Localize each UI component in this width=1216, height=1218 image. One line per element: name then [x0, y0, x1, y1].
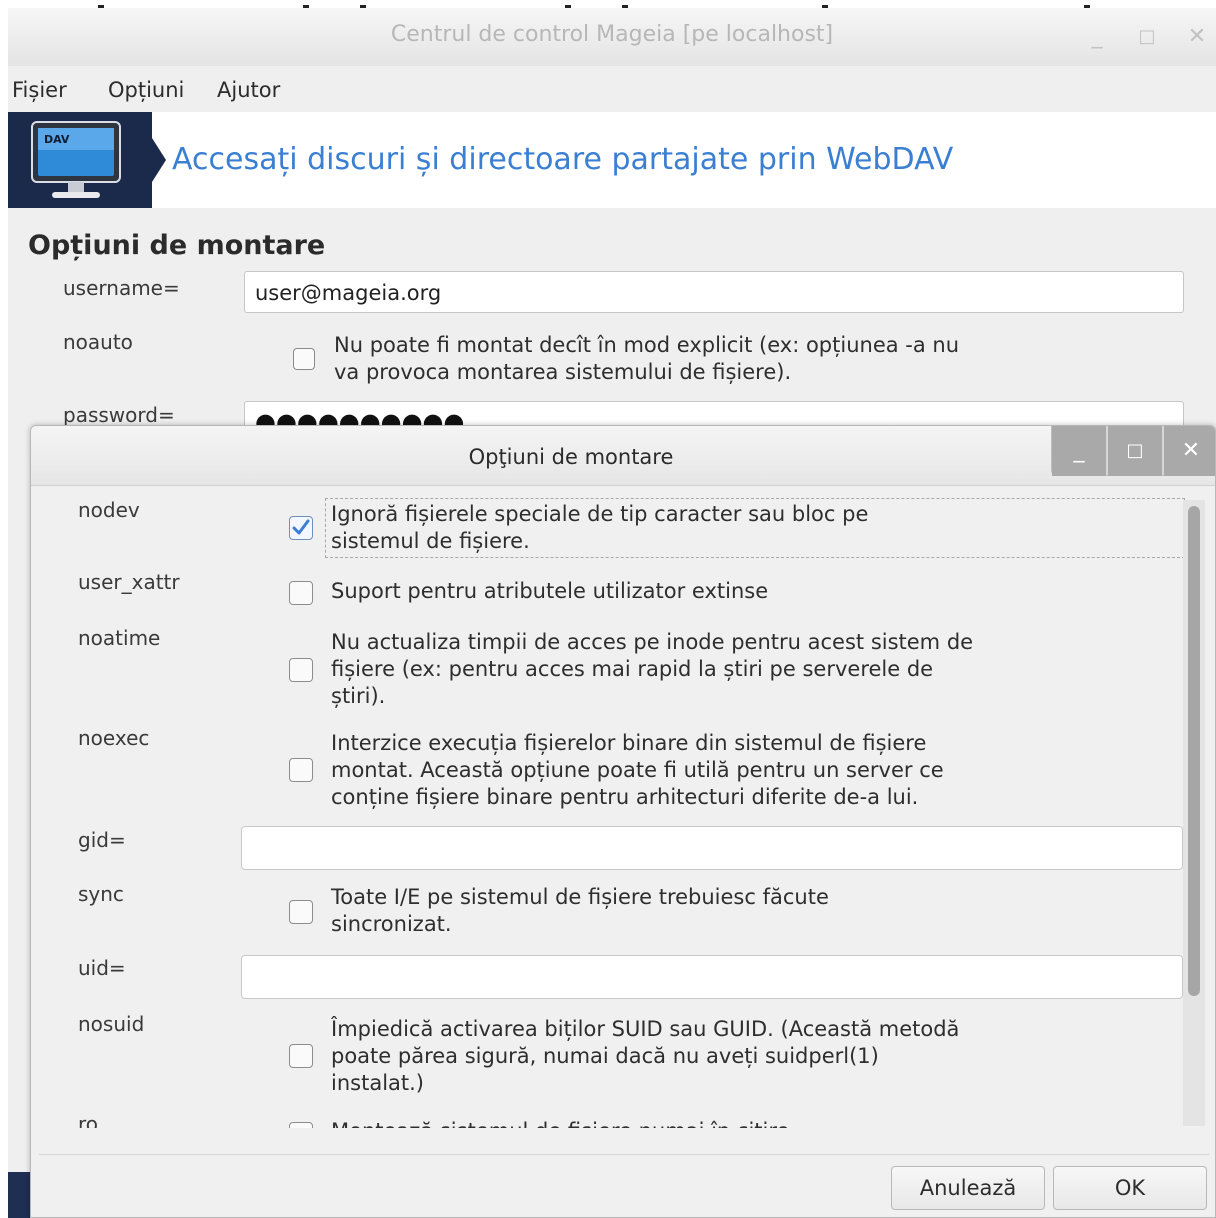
noexec-description-line3: conține fișiere binare pentru arhitectur… — [331, 785, 919, 809]
option-label-noexec: noexec — [78, 726, 150, 750]
minimize-button[interactable]: _ — [1080, 20, 1114, 54]
maximize-button[interactable]: □ — [1130, 20, 1164, 54]
noatime-description-line1: Nu actualiza timpii de acces pe inode pe… — [331, 630, 974, 654]
noexec-description-line2: montat. Această opțiune poate fi utilă p… — [331, 758, 944, 782]
noatime-description-line3: știri). — [331, 684, 386, 708]
option-label-noatime: noatime — [78, 626, 161, 650]
noauto-label: noauto — [63, 330, 133, 354]
noatime-checkbox[interactable] — [289, 658, 313, 682]
menu-file[interactable]: Fișier — [12, 78, 67, 102]
noexec-checkbox[interactable] — [289, 758, 313, 782]
nodev-checkbox[interactable] — [289, 516, 313, 540]
password-label: password= — [63, 403, 175, 427]
sync-checkbox[interactable] — [289, 900, 313, 924]
dialog-close-button[interactable]: ✕ — [1164, 426, 1215, 476]
mount-options-dialog: Opţiuni de montare _ □ ✕ nodev Ignoră fi… — [30, 425, 1216, 1218]
banner-arrow — [152, 138, 166, 182]
main-window-title: Centrul de control Mageia [pe localhost] — [390, 22, 834, 47]
sync-description-line1: Toate I/E pe sistemul de fișiere trebuie… — [331, 885, 829, 909]
nodev-description-line2: sistemul de fișiere. — [331, 529, 530, 553]
option-label-user-xattr: user_xattr — [78, 570, 180, 594]
ro-checkbox[interactable] — [289, 1122, 313, 1128]
check-mark-icon — [292, 519, 310, 535]
nosuid-description-line2: poate părea sigură, numai dacă nu aveți … — [331, 1044, 879, 1068]
gid-input[interactable] — [241, 826, 1183, 870]
ok-button[interactable]: OK — [1053, 1166, 1207, 1210]
background-window-edge — [8, 1172, 30, 1218]
dialog-separator — [39, 1154, 1209, 1155]
banner: DAV Accesați discuri și directoare parta… — [8, 112, 1216, 208]
menu-help[interactable]: Ajutor — [217, 78, 280, 102]
uid-input[interactable] — [241, 955, 1183, 999]
dialog-window-controls: _ □ ✕ — [1051, 426, 1215, 476]
ro-description: Montează sistemul de fișiere numai în ci… — [331, 1118, 796, 1128]
option-label-ro: ro — [78, 1112, 99, 1128]
nosuid-description-line3: instalat.) — [331, 1071, 424, 1095]
cancel-button[interactable]: Anulează — [891, 1166, 1045, 1210]
noauto-checkbox[interactable] — [293, 348, 315, 370]
dialog-titlebar: Opţiuni de montare _ □ ✕ — [31, 426, 1215, 486]
option-label-gid: gid= — [78, 828, 126, 852]
webdav-monitor-icon: DAV — [31, 121, 121, 198]
section-title: Opțiuni de montare — [28, 230, 326, 261]
dialog-minimize-button[interactable]: _ — [1052, 426, 1106, 476]
nodev-description-line1: Ignoră fișierele speciale de tip caracte… — [331, 502, 869, 526]
banner-title: Accesați discuri și directoare partajate… — [172, 142, 954, 177]
scrollbar-thumb[interactable] — [1188, 506, 1200, 996]
username-label: username= — [63, 276, 180, 300]
noauto-description-line2: va provoca montarea sistemului de fișier… — [334, 360, 792, 384]
noexec-description-line1: Interzice execuția fișierelor binare din… — [331, 731, 927, 755]
noatime-description-line2: fișiere (ex: pentru acces mai rapid la ș… — [331, 657, 934, 681]
option-label-uid: uid= — [78, 956, 126, 980]
options-scrollbar[interactable] — [1183, 500, 1205, 1126]
user-xattr-description: Suport pentru atributele utilizator exti… — [331, 579, 769, 603]
main-titlebar: Centrul de control Mageia [pe localhost]… — [8, 8, 1216, 66]
nosuid-checkbox[interactable] — [289, 1044, 313, 1068]
option-label-nodev: nodev — [78, 498, 140, 522]
user-xattr-checkbox[interactable] — [289, 581, 313, 605]
username-input[interactable]: user@mageia.org — [244, 271, 1184, 313]
sync-description-line2: sincronizat. — [331, 912, 452, 936]
menu-options[interactable]: Opțiuni — [108, 78, 184, 102]
banner-icon-box: DAV — [8, 112, 152, 208]
menubar: Fișier Opțiuni Ajutor — [8, 66, 1216, 112]
option-label-nosuid: nosuid — [78, 1012, 145, 1036]
close-button[interactable]: ✕ — [1180, 20, 1214, 54]
options-scroll-area[interactable]: nodev Ignoră fișierele speciale de tip c… — [31, 488, 1215, 1128]
banner-icon-label: DAV — [44, 133, 70, 146]
noauto-description-line1: Nu poate fi montat decît în mod explicit… — [334, 333, 960, 357]
option-label-sync: sync — [78, 882, 124, 906]
dialog-maximize-button[interactable]: □ — [1108, 426, 1162, 476]
dialog-title: Opţiuni de montare — [468, 445, 674, 469]
nosuid-description-line1: Împiedică activarea biților SUID sau GUI… — [331, 1017, 960, 1041]
